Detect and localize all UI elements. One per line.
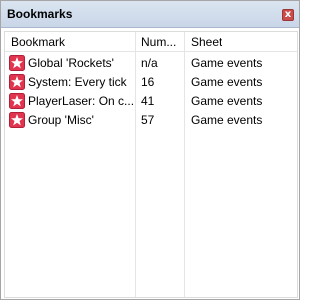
bookmarks-panel: Bookmarks x Bookmark Num... Sheet Global…	[0, 0, 300, 300]
table-row[interactable]: Group 'Misc' 57 Game events	[5, 111, 297, 130]
bookmark-number: n/a	[141, 56, 158, 70]
close-icon: x	[284, 9, 292, 20]
bookmark-sheet: Game events	[191, 75, 263, 89]
panel-title: Bookmarks	[7, 7, 73, 21]
star-icon	[9, 112, 25, 128]
bookmark-number: 16	[141, 75, 155, 89]
table-row[interactable]: System: Every tick 16 Game events	[5, 73, 297, 92]
bookmark-name: Group 'Misc'	[28, 113, 94, 127]
close-button[interactable]: x	[282, 9, 294, 21]
bookmark-name: PlayerLaser: On c...	[28, 94, 134, 108]
bookmark-name: System: Every tick	[28, 75, 127, 89]
column-header-bookmark[interactable]: Bookmark	[11, 35, 65, 49]
title-bar[interactable]: Bookmarks x	[1, 1, 299, 28]
column-header-number[interactable]: Num...	[141, 35, 181, 49]
bookmark-sheet: Game events	[191, 94, 263, 108]
bookmark-sheet: Game events	[191, 56, 263, 70]
column-header-sheet[interactable]: Sheet	[191, 35, 222, 49]
table-row[interactable]: Global 'Rockets' n/a Game events	[5, 54, 297, 73]
table-header: Bookmark Num... Sheet	[5, 32, 297, 52]
bookmark-name: Global 'Rockets'	[28, 56, 114, 70]
bookmark-number: 41	[141, 94, 155, 108]
bookmark-number: 57	[141, 113, 155, 127]
star-icon	[9, 74, 25, 90]
bookmark-sheet: Game events	[191, 113, 263, 127]
bookmarks-table[interactable]: Bookmark Num... Sheet Global 'Rockets' n/…	[4, 31, 298, 298]
table-row[interactable]: PlayerLaser: On c... 41 Game events	[5, 92, 297, 111]
star-icon	[9, 93, 25, 109]
star-icon	[9, 55, 25, 71]
